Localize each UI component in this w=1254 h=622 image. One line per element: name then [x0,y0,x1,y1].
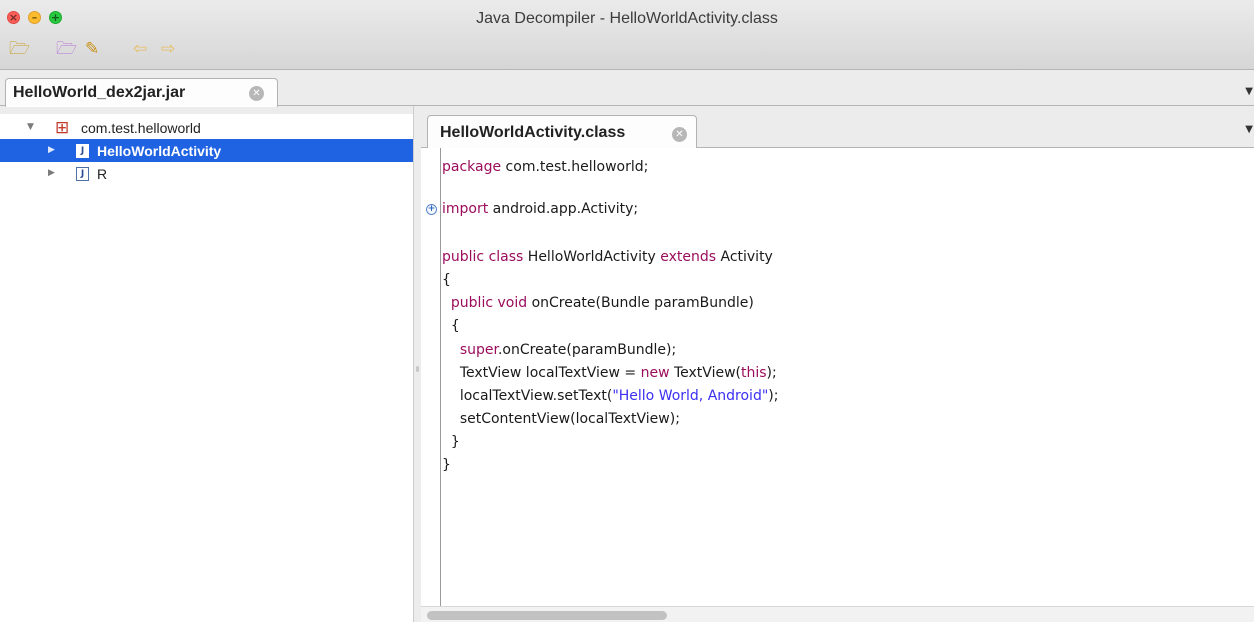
code-keyword: super [459,342,498,358]
code-keyword: extends [660,249,717,265]
code-line: } [442,431,460,454]
package-icon: ⊞ [55,118,70,138]
pane-splitter[interactable] [413,106,421,622]
forward-arrow-icon[interactable]: ⇨ [161,38,175,60]
tab-overflow-icon[interactable]: ▼ [1245,124,1253,135]
code-keyword: new [640,365,670,381]
code-text: Activity [716,249,773,265]
tree-item-package[interactable]: ▼ ⊞ com.test.helloworld [0,116,413,139]
code-keyword: import [442,201,489,217]
tree-item-label: HelloWorldActivity [97,143,222,159]
java-decompiler-window: × – + Java Decompiler - HelloWorldActivi… [0,0,1254,622]
tree-item-label: com.test.helloworld [81,120,201,136]
code-line: super.onCreate(paramBundle); [442,339,676,362]
class-tab-bar: HelloWorldActivity.class ✕ ▼ [421,106,1254,149]
code-line: public void onCreate(Bundle paramBundle) [442,292,754,315]
file-tab-bar: HelloWorld_dex2jar.jar ✕ ▼ [0,70,1254,107]
open-file-icon[interactable]: 🗁 [9,38,30,60]
code-text: com.test.helloworld; [501,159,649,175]
code-string: "Hello World, Android" [612,388,769,404]
code-text: { [442,272,451,288]
code-text: TextView localTextView = [459,365,641,381]
tab-class-label: HelloWorldActivity.class [440,124,626,141]
code-keyword: public [450,295,494,311]
back-arrow-icon[interactable]: ⇦ [133,38,147,60]
code-text: { [450,318,460,334]
code-keyword: package [442,159,502,175]
code-line: TextView localTextView = new TextView(th… [442,362,777,385]
code-line: localTextView.setText("Hello World, Andr… [442,385,779,408]
java-class-icon: J [76,144,89,158]
expand-arrow-icon[interactable]: ▼ [27,116,34,139]
splitter-grip-icon[interactable] [416,366,419,372]
code-text: ); [768,388,779,404]
code-text: } [450,434,460,450]
tab-jar-file-label: HelloWorld_dex2jar.jar [13,84,186,101]
code-text: TextView( [669,365,741,381]
collapse-arrow-icon[interactable]: ▶ [48,162,55,185]
tree-item-label: R [97,166,108,182]
code-text: onCreate(Bundle paramBundle) [527,295,754,311]
code-text: HelloWorldActivity [523,249,661,265]
code-text: .onCreate(paramBundle); [497,342,677,358]
code-text: } [442,457,451,473]
collapse-arrow-icon[interactable]: ▶ [48,139,55,162]
code-keyword: this [740,365,767,381]
code-line: } [442,454,451,477]
code-keyword: public [442,249,485,265]
code-text: android.app.Activity; [488,201,639,217]
tab-helloworldactivity-class[interactable]: HelloWorldActivity.class ✕ [427,115,697,149]
close-tab-icon[interactable]: ✕ [249,86,264,101]
expand-imports-icon[interactable]: + [426,204,437,215]
code-line: package com.test.helloworld; [442,156,648,179]
code-line: { [442,269,451,292]
source-code-view[interactable]: + package com.test.helloworld; import an… [421,148,1254,606]
code-line: { [442,315,460,338]
tree-item-r[interactable]: ▶ J R [0,162,413,185]
editor-pane: HelloWorldActivity.class ✕ ▼ + package c… [421,106,1254,622]
open-type-icon[interactable]: 🗁 [56,38,77,60]
tab-overflow-icon[interactable]: ▼ [1245,86,1253,97]
title-bar: × – + Java Decompiler - HelloWorldActivi… [0,0,1254,70]
code-line: public class HelloWorldActivity extends … [442,246,773,269]
close-tab-icon[interactable]: ✕ [672,127,687,142]
java-class-icon: J [76,167,89,181]
code-keyword: class [488,249,524,265]
search-icon[interactable]: ✎ [85,38,99,60]
horizontal-scrollbar[interactable] [421,606,1254,622]
code-text: setContentView(localTextView); [459,411,680,427]
code-keyword: void [497,295,528,311]
tree-item-helloworldactivity[interactable]: ▶ J HelloWorldActivity [0,139,413,162]
code-text: localTextView.setText( [459,388,613,404]
tab-jar-file[interactable]: HelloWorld_dex2jar.jar ✕ [5,78,278,107]
package-tree: ▼ ⊞ com.test.helloworld ▶ J HelloWorldAc… [0,114,413,622]
window-title: Java Decompiler - HelloWorldActivity.cla… [476,10,778,27]
code-line: setContentView(localTextView); [442,408,680,431]
gutter-line [440,148,441,606]
scrollbar-thumb[interactable] [427,611,667,620]
code-text: ); [766,365,777,381]
code-line: import android.app.Activity; [442,198,638,221]
